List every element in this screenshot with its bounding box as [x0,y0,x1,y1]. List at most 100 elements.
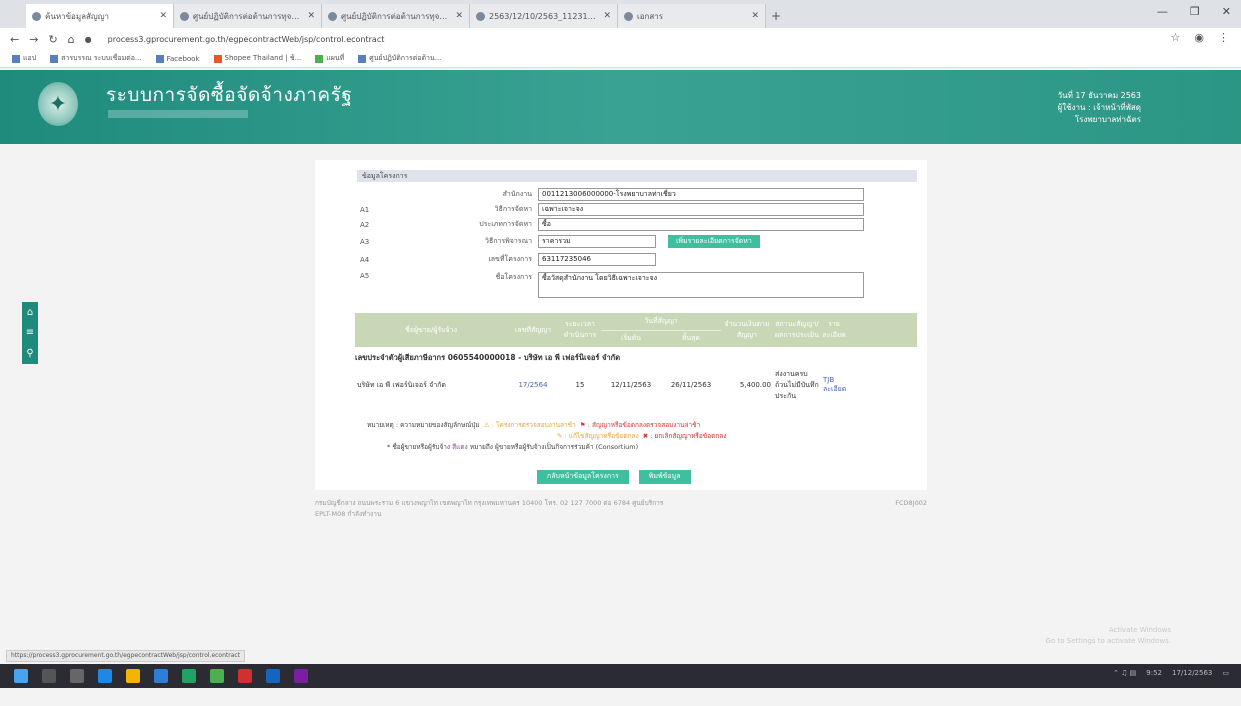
procurement-method-field[interactable]: เฉพาะเจาะจง [538,203,864,216]
minimize-icon[interactable]: — [1157,5,1168,18]
section-title: ข้อมูลโครงการ [357,170,917,182]
field-label: เลขที่โครงการ [488,255,532,263]
close-tab-icon[interactable]: ✕ [307,11,315,21]
bookmark-label: สารบรรณ ระบบเชื่อมต่อ... [61,54,142,62]
close-tab-icon[interactable]: ✕ [159,11,167,21]
user-date: วันที่ 17 ธันวาคม 2563 [1057,91,1141,100]
browser-tab[interactable]: 2563/12/10/2563_11231_0001 ✕ [470,4,618,28]
close-tab-icon[interactable]: ✕ [603,11,611,21]
clock-date[interactable]: 17/12/2563 [1172,669,1212,677]
field-code: A1 [360,205,370,214]
print-button[interactable]: พิมพ์ข้อมูล [638,470,691,484]
col-header: ชื่อผู้ขาย/ผู้รับจ้าง [405,325,457,334]
contract-table: ชื่อผู้ขาย/ผู้รับจ้าง เลขที่สัญญา ระยะเว… [355,313,917,405]
chrome-icon[interactable] [210,669,224,683]
project-name-field[interactable]: ซื้อวัสดุสำนักงาน โดยวิธีเฉพาะเจาะจง [538,272,864,298]
windows-start-icon[interactable] [14,669,28,683]
home-icon[interactable]: ⌂ [27,307,33,318]
excel-icon[interactable] [182,669,196,683]
field-label: ประเภทการจัดหา [479,220,532,228]
reload-icon[interactable]: ↻ [48,33,57,46]
legend-text: หมายถึง ผู้ขายหรือผู้รับจ้างเป็นกิจการร่… [469,443,639,451]
tab-favicon-icon [32,11,41,21]
close-window-icon[interactable]: ✕ [1222,5,1231,18]
side-toolbar: ⌂ ≡ ⚲ [22,302,38,364]
bookmark-item[interactable]: แอป [12,53,36,64]
activate-windows-watermark: Activate Windows Go to Settings to activ… [1046,625,1171,647]
app-icon[interactable] [294,669,308,683]
folder-icon[interactable] [126,669,140,683]
maximize-icon[interactable]: ❐ [1190,5,1200,18]
detail-link[interactable]: TJB ละเอียด [821,376,847,395]
warning-icon: ⚠ : โครงการตรวจสอบงานล่าช้า [483,421,576,429]
tab-favicon-icon [328,11,337,21]
browser-tab[interactable]: ค้นหาข้อมูลสัญญา ✕ [26,4,174,28]
window-controls: — ❐ ✕ [1157,5,1231,18]
procurement-detail-button[interactable]: เพิ่มรายละเอียดการจัดหา [668,235,760,248]
field-code: A3 [360,237,370,246]
user-org[interactable]: โรงพยาบาลท่าฉัตร [1058,114,1141,126]
clock-time[interactable]: 9:52 [1146,669,1162,677]
cell-duration: 15 [575,381,585,389]
new-tab-icon[interactable]: + [766,4,786,28]
back-icon[interactable]: ← [10,33,19,46]
word-icon[interactable] [266,669,280,683]
bookmark-item[interactable]: สารบรรณ ระบบเชื่อมต่อ... [50,53,142,64]
bookmark-item[interactable]: Shopee Thailand | ช้... [213,53,301,64]
home-icon[interactable]: ⌂ [68,33,75,46]
bookmark-item[interactable]: Facebook [155,54,200,63]
profile-icon[interactable]: ◉ [1194,31,1204,44]
close-tab-icon[interactable]: ✕ [751,11,759,21]
field-code: A4 [360,255,370,264]
consideration-method-field[interactable]: ราคารวม [538,235,656,248]
field-row-agency: สำนักงาน 0011213006000000-โรงพยาบาลท่าเช… [360,187,870,202]
legend: หมายเหตุ : ความหมายของสัญลักษณ์ปุ่ม ⚠ : … [367,420,867,453]
tab-label: เอกสาร [637,11,664,21]
browser-tab-bar: ค้นหาข้อมูลสัญญา ✕ ศูนย์ปฏิบัติการต่อต้า… [0,0,1241,28]
bookmark-item[interactable]: ศูนย์ปฏิบัติการต่อต้าน... [358,53,441,64]
maps-icon [315,54,324,63]
tray-icons[interactable]: ⌃ ♫ ▤ [1113,669,1136,677]
procurement-type-field[interactable]: ซื้อ [538,218,864,231]
cell-status: ส่งงานครบถ้วนไม่มีบันทึกประกัน [775,369,819,400]
footer-status: EPLT-M08 กำลังทำงาน [315,510,382,518]
col-header: รายละเอียด [822,320,846,339]
bookmark-label: แอป [23,54,37,62]
agency-field[interactable]: 0011213006000000-โรงพยาบาลท่าเชี่ยว [538,188,864,201]
project-number-field[interactable]: 63117235046 [538,253,656,266]
pdf-icon[interactable] [238,669,252,683]
close-tab-icon[interactable]: ✕ [455,11,463,21]
field-code: A2 [360,220,370,229]
browser-tab[interactable]: ศูนย์ปฏิบัติการต่อต้านการทุจริต ตรวจสอบ … [322,4,470,28]
browser-tab[interactable]: ศูนย์ปฏิบัติการต่อต้านการทุจริต (ศปท.) ✕ [174,4,322,28]
legend-text: * ชื่อผู้ขายหรือผู้รับจ้าง [387,443,451,451]
edge-icon[interactable] [98,669,112,683]
col-header: เริ่มต้น [620,334,642,343]
contract-number-link[interactable]: 17/2564 [507,381,559,389]
back-to-project-button[interactable]: กลับหน้าข้อมูลโครงการ [537,470,629,484]
system-tray: ⌃ ♫ ▤ 9:52 17/12/2563 ▭ [1113,669,1229,677]
cell-contractor: บริษัท เอ พี เฟอร์นิเจอร์ จำกัด [357,380,446,389]
browser-tab[interactable]: เอกสาร ✕ [618,4,766,28]
bookmark-item[interactable]: แผนที่ [315,53,344,64]
cell-end-date: 26/11/2563 [670,381,712,389]
watermark-title: Activate Windows [1108,626,1171,634]
field-row-a1: A1 วิธีการจัดหา เฉพาะเจาะจง [360,202,870,217]
bookmark-star-icon[interactable]: ☆ [1171,31,1181,44]
legend-line: * ชื่อผู้ขายหรือผู้รับจ้าง สีแดง หมายถึง… [367,442,867,453]
footer-address: กรมบัญชีกลาง ถนนพระราม 6 แขวงพญาไท เขตพญ… [315,499,664,507]
watermark-subtitle: Go to Settings to activate Windows. [1045,637,1171,645]
search-icon[interactable]: ⚲ [26,348,33,359]
menu-kebab-icon[interactable]: ⋮ [1218,31,1229,44]
url-field[interactable]: process3.gprocurement.go.th/egpecontract… [108,35,385,44]
menu-icon[interactable]: ≡ [26,327,34,338]
shopee-icon [213,54,222,63]
search-icon[interactable] [42,669,56,683]
main-panel: ข้อมูลโครงการ สำนักงาน 0011213006000000-… [315,160,927,490]
forward-icon[interactable]: → [29,33,38,46]
notification-icon[interactable]: ▭ [1222,669,1229,677]
flag-icon: ⚑ : สัญญาหรือข้อตกลงตรวจสอบงานล่าช้า [579,421,701,429]
store-icon[interactable] [154,669,168,683]
task-view-icon[interactable] [70,669,84,683]
address-bar: ← → ↻ ⌂ ● process3.gprocurement.go.th/eg… [0,28,1241,50]
